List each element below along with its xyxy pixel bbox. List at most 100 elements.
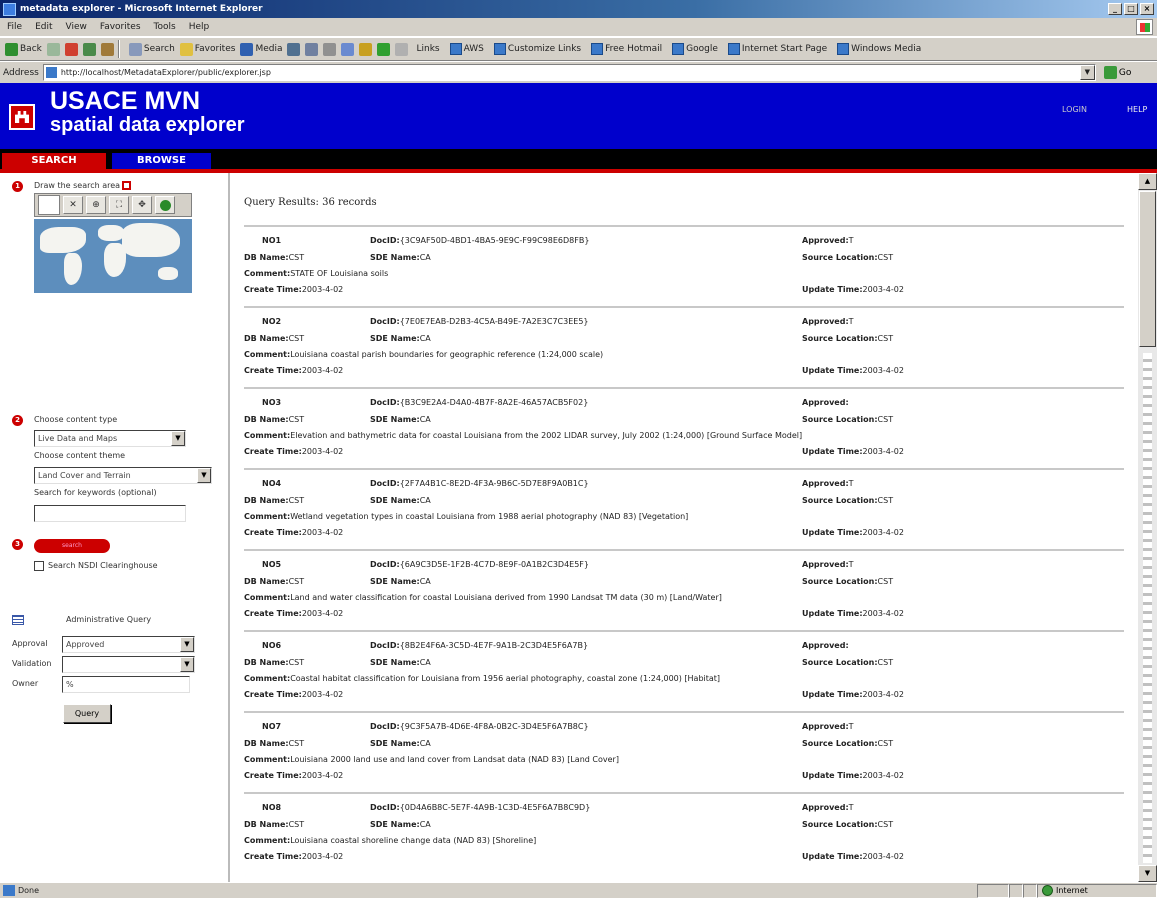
vertical-scrollbar[interactable]: ▲ ▼: [1138, 173, 1157, 882]
keywords-input[interactable]: [34, 505, 186, 522]
record-sde-name: SDE Name:CA: [370, 415, 570, 424]
record-source-location-value: CST: [877, 496, 894, 505]
media-button[interactable]: Media: [240, 42, 282, 56]
pan-icon[interactable]: ✥: [132, 196, 152, 214]
address-dropdown-button[interactable]: ▼: [1079, 65, 1095, 80]
menu-edit[interactable]: Edit: [35, 22, 52, 32]
link-free-hotmail[interactable]: Free Hotmail: [591, 43, 662, 55]
map-tool-blank[interactable]: [38, 195, 60, 215]
menu-favorites[interactable]: Favorites: [100, 22, 141, 32]
record-sde-name-value: CA: [419, 658, 431, 667]
clearinghouse-checkbox[interactable]: [34, 561, 44, 571]
address-input[interactable]: http://localhost/MetadataExplorer/public…: [42, 64, 1096, 81]
world-map[interactable]: [34, 219, 192, 293]
record-source-location: Source Location:CST: [802, 496, 1042, 505]
menu-file[interactable]: File: [7, 22, 22, 32]
messenger-button[interactable]: [377, 42, 391, 56]
record-db-name-label: DB Name:: [244, 820, 289, 829]
link-aws[interactable]: AWS: [449, 43, 484, 55]
menu-help[interactable]: Help: [189, 22, 210, 32]
menu-tools[interactable]: Tools: [154, 22, 176, 32]
search-button[interactable]: Search: [128, 42, 175, 56]
record-sde-name: SDE Name:CA: [370, 253, 570, 262]
help-link[interactable]: HELP: [1127, 105, 1147, 114]
link-google[interactable]: Google: [672, 43, 718, 55]
record-approved-value: T: [848, 722, 854, 731]
record-db-name-label: DB Name:: [244, 577, 289, 586]
full-extent-icon[interactable]: ⛶: [109, 196, 129, 214]
record-sde-name-value: CA: [419, 739, 431, 748]
record-comment-value: Louisiana coastal parish boundaries for …: [290, 350, 604, 359]
home-button[interactable]: [100, 42, 114, 56]
menu-view[interactable]: View: [66, 22, 87, 32]
record-create-time-value: 2003-4-02: [301, 852, 344, 861]
back-button[interactable]: Back: [5, 42, 42, 56]
tab-browse[interactable]: BROWSE: [112, 153, 211, 169]
scroll-up-button[interactable]: ▲: [1138, 173, 1157, 190]
minimize-button[interactable]: _: [1108, 3, 1122, 15]
content-theme-select[interactable]: Land Cover and Terrain ▼: [34, 467, 212, 484]
record-db-name: DB Name:CST: [244, 496, 364, 505]
tool-button[interactable]: [395, 42, 409, 56]
record-approved: Approved:T: [802, 560, 1002, 569]
discuss-button[interactable]: [359, 42, 373, 56]
history-button[interactable]: [287, 42, 301, 56]
record-sde-name-value: CA: [419, 496, 431, 505]
record-docid-label: DocID:: [370, 560, 400, 569]
record-number: NO3: [262, 398, 322, 407]
maximize-button[interactable]: □: [1124, 3, 1138, 15]
link-customize-links[interactable]: Customize Links: [493, 43, 581, 55]
record-db-name: DB Name:CST: [244, 820, 364, 829]
zoom-in-icon[interactable]: ⊕: [86, 196, 106, 214]
print-button[interactable]: [323, 42, 337, 56]
record-approved: Approved:: [802, 398, 1002, 407]
stop-button[interactable]: [64, 42, 78, 56]
search-button[interactable]: search: [34, 539, 110, 553]
record-db-name-value: CST: [288, 253, 305, 262]
record-update-time-label: Update Time:: [802, 771, 863, 780]
owner-input[interactable]: %: [62, 676, 190, 693]
tab-search[interactable]: SEARCH: [2, 153, 106, 169]
zoom-out-icon[interactable]: ✕: [63, 196, 83, 214]
record-number-value: NO8: [262, 803, 282, 812]
validation-select[interactable]: ▼: [62, 656, 195, 673]
record-create-time: Create Time:2003-4-02: [244, 771, 444, 780]
record-docid: DocID:{7E0E7EAB-D2B3-4C5A-B49E-7A2E3C7C3…: [370, 317, 790, 326]
go-button[interactable]: Go: [1103, 66, 1131, 79]
query-button[interactable]: Query: [63, 704, 111, 723]
content-type-select[interactable]: Live Data and Maps ▼: [34, 430, 186, 447]
draw-area-label: Draw the search area: [34, 181, 132, 190]
approval-select[interactable]: Approved ▼: [62, 636, 195, 653]
edit-button[interactable]: [341, 42, 355, 56]
record-source-location-label: Source Location:: [802, 496, 878, 505]
content-type-label: Choose content type: [34, 415, 118, 424]
result-record: NO3 DocID:{B3C9E2A4-D4A0-4B7F-8A2E-46A57A…: [244, 387, 1124, 463]
globe-icon[interactable]: [155, 196, 175, 214]
forward-button[interactable]: [46, 42, 60, 56]
scroll-track[interactable]: [1143, 353, 1152, 863]
link-windows-media[interactable]: Windows Media: [837, 43, 921, 55]
close-button[interactable]: ×: [1140, 3, 1154, 15]
record-update-time-value: 2003-4-02: [862, 528, 904, 537]
favorites-button[interactable]: Favorites: [179, 42, 235, 56]
record-db-name-value: CST: [288, 496, 305, 505]
record-create-time: Create Time:2003-4-02: [244, 366, 444, 375]
scroll-thumb[interactable]: [1139, 191, 1156, 347]
mail-button[interactable]: [305, 42, 319, 56]
record-source-location: Source Location:CST: [802, 658, 1042, 667]
record-approved-label: Approved:: [802, 560, 849, 569]
admin-query-label: Administrative Query: [66, 615, 152, 624]
record-create-time-value: 2003-4-02: [301, 366, 344, 375]
login-link[interactable]: LOGIN: [1062, 105, 1087, 114]
refresh-button[interactable]: [82, 42, 96, 56]
scroll-down-button[interactable]: ▼: [1138, 865, 1157, 882]
search-icon: [128, 42, 142, 56]
record-number: NO4: [262, 479, 322, 488]
record-docid-label: DocID:: [370, 641, 400, 650]
edit-icon: [341, 42, 355, 56]
record-docid-value: {9C3F5A7B-4D6E-4F8A-0B2C-3D4E5F6A7B8C}: [399, 722, 589, 731]
record-number-value: NO7: [262, 722, 282, 731]
link-internet-start[interactable]: Internet Start Page: [727, 43, 827, 55]
record-update-time: Update Time:2003-4-02: [802, 690, 1042, 699]
result-record: NO5 DocID:{6A9C3D5E-1F2B-4C7D-8E9F-0A1B2C…: [244, 549, 1124, 625]
